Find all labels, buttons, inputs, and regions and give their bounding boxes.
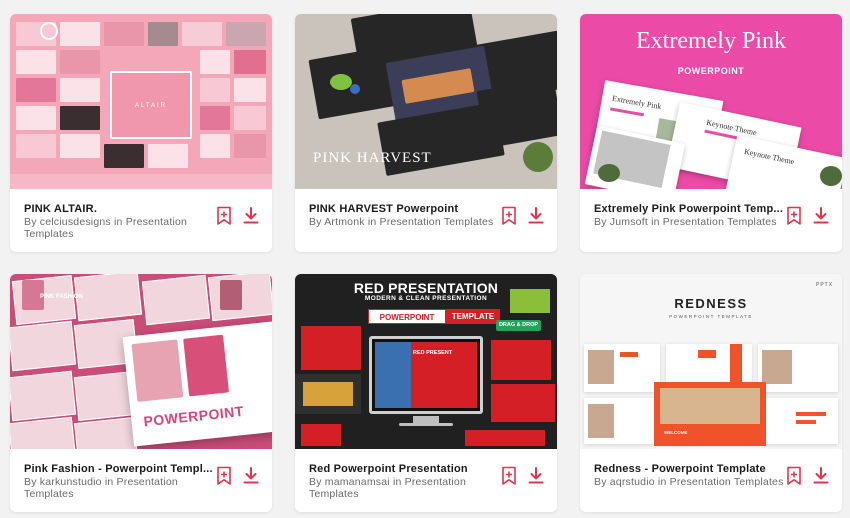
thumbnail-brand: PINK FASHION [40, 294, 83, 300]
thumbnail-text: POWERPOINT [142, 402, 245, 430]
item-title[interactable]: PINK HARVEST Powerpoint [309, 203, 499, 215]
item-category[interactable]: Presentation Templates [380, 216, 494, 228]
download-icon [813, 207, 829, 224]
item-category[interactable]: Presentation Templates [670, 476, 784, 488]
item-thumbnail[interactable]: Extremely Pink POWERPOINT Extremely Pink… [580, 14, 842, 189]
thumbnail-tag: PPTX [816, 282, 834, 288]
featured-slide: WELCOME [654, 382, 766, 446]
thumbnail-pill: POWERPOINT [368, 309, 446, 324]
item-byline: By celciusdesigns in Presentation Templa… [24, 216, 188, 240]
item-card[interactable]: PINK HARVEST PINK HARVEST Powerpoint By … [295, 14, 557, 252]
download-icon [528, 467, 544, 484]
item-author[interactable]: Jumsoft [610, 216, 648, 228]
item-author[interactable]: mamanamsai [325, 476, 390, 488]
thumbnail-headline: Extremely Pink [636, 28, 786, 54]
download-button[interactable] [242, 466, 260, 486]
item-thumbnail[interactable]: ALTAIR [10, 14, 272, 189]
download-icon [528, 207, 544, 224]
thumbnail-headline: REDNESS [674, 296, 748, 311]
item-info: Red Powerpoint Presentation By mamanamsa… [295, 449, 557, 512]
item-author[interactable]: celciusdesigns [40, 216, 111, 228]
item-thumbnail[interactable]: PINK FASHION POWERPOINT [10, 274, 272, 449]
item-info: Pink Fashion - Powerpoint Templ... By ka… [10, 449, 272, 512]
center-slide: ALTAIR [110, 71, 192, 139]
item-author[interactable]: Artmonk [324, 216, 365, 228]
item-thumbnail[interactable]: PPTX REDNESS POWERPOINT TEMPLATE WELCOME [580, 274, 842, 449]
download-button[interactable] [812, 466, 830, 486]
item-info: PINK ALTAIR. By celciusdesigns in Presen… [10, 189, 272, 252]
item-info: PINK HARVEST Powerpoint By Artmonk in Pr… [295, 189, 557, 252]
item-byline: By mamanamsai in Presentation Templates [309, 476, 466, 500]
item-category[interactable]: Presentation Templates [663, 216, 777, 228]
slide-title: Keynote Theme [743, 146, 796, 167]
thumbnail-text: WELCOME [664, 430, 688, 435]
thumbnail-pill: DRAG & DROP [496, 320, 541, 331]
item-card[interactable]: RED PRESENTATION MODERN & CLEAN PRESENTA… [295, 274, 557, 512]
item-info: Extremely Pink Powerpoint Temp... By Jum… [580, 189, 842, 252]
thumbnail-text: ALTAIR [134, 103, 168, 109]
bookmark-plus-icon [502, 206, 516, 225]
item-title[interactable]: Extremely Pink Powerpoint Temp... [594, 203, 784, 215]
download-button[interactable] [527, 206, 545, 226]
item-info: Redness - Powerpoint Template By aqrstud… [580, 449, 842, 512]
bookmark-plus-icon [217, 206, 231, 225]
bookmark-plus-icon [217, 466, 231, 485]
download-button[interactable] [242, 206, 260, 226]
item-card[interactable]: ALTAIR PINK ALTAIR. By celciusdesigns in… [10, 14, 272, 252]
item-thumbnail[interactable]: PINK HARVEST [295, 14, 557, 189]
item-thumbnail[interactable]: RED PRESENTATION MODERN & CLEAN PRESENTA… [295, 274, 557, 449]
thumbnail-text: PINK HARVEST [313, 150, 432, 166]
item-byline: By Jumsoft in Presentation Templates [594, 216, 777, 228]
download-button[interactable] [812, 206, 830, 226]
item-title[interactable]: Red Powerpoint Presentation [309, 463, 499, 475]
thumbnail-text: RED PRESENT [413, 350, 453, 356]
item-card[interactable]: Extremely Pink POWERPOINT Extremely Pink… [580, 14, 842, 252]
thumbnail-pill: TEMPLATE [446, 309, 500, 324]
item-title[interactable]: Pink Fashion - Powerpoint Templ... [24, 463, 214, 475]
monitor-mockup: RED PRESENT [369, 336, 483, 414]
item-author[interactable]: aqrstudio [610, 476, 655, 488]
item-title[interactable]: PINK ALTAIR. [24, 203, 214, 215]
add-to-collection-button[interactable] [215, 206, 233, 226]
bookmark-plus-icon [502, 466, 516, 485]
item-byline: By aqrstudio in Presentation Templates [594, 476, 784, 488]
item-card[interactable]: PINK FASHION POWERPOINT Pink Fashion - P… [10, 274, 272, 512]
add-to-collection-button[interactable] [500, 466, 518, 486]
thumbnail-subtitle: POWERPOINT TEMPLATE [669, 314, 753, 319]
add-to-collection-button[interactable] [500, 206, 518, 226]
download-button[interactable] [527, 466, 545, 486]
item-author[interactable]: karkunstudio [40, 476, 102, 488]
item-card[interactable]: PPTX REDNESS POWERPOINT TEMPLATE WELCOME… [580, 274, 842, 512]
download-icon [243, 467, 259, 484]
bookmark-plus-icon [787, 466, 801, 485]
download-icon [813, 467, 829, 484]
add-to-collection-button[interactable] [215, 466, 233, 486]
add-to-collection-button[interactable] [785, 466, 803, 486]
item-byline: By karkunstudio in Presentation Template… [24, 476, 178, 500]
item-byline: By Artmonk in Presentation Templates [309, 216, 494, 228]
featured-slide: POWERPOINT [122, 321, 272, 447]
thumbnail-subtitle: POWERPOINT [677, 66, 745, 76]
item-title[interactable]: Redness - Powerpoint Template [594, 463, 784, 475]
add-to-collection-button[interactable] [785, 206, 803, 226]
download-icon [243, 207, 259, 224]
bookmark-plus-icon [787, 206, 801, 225]
